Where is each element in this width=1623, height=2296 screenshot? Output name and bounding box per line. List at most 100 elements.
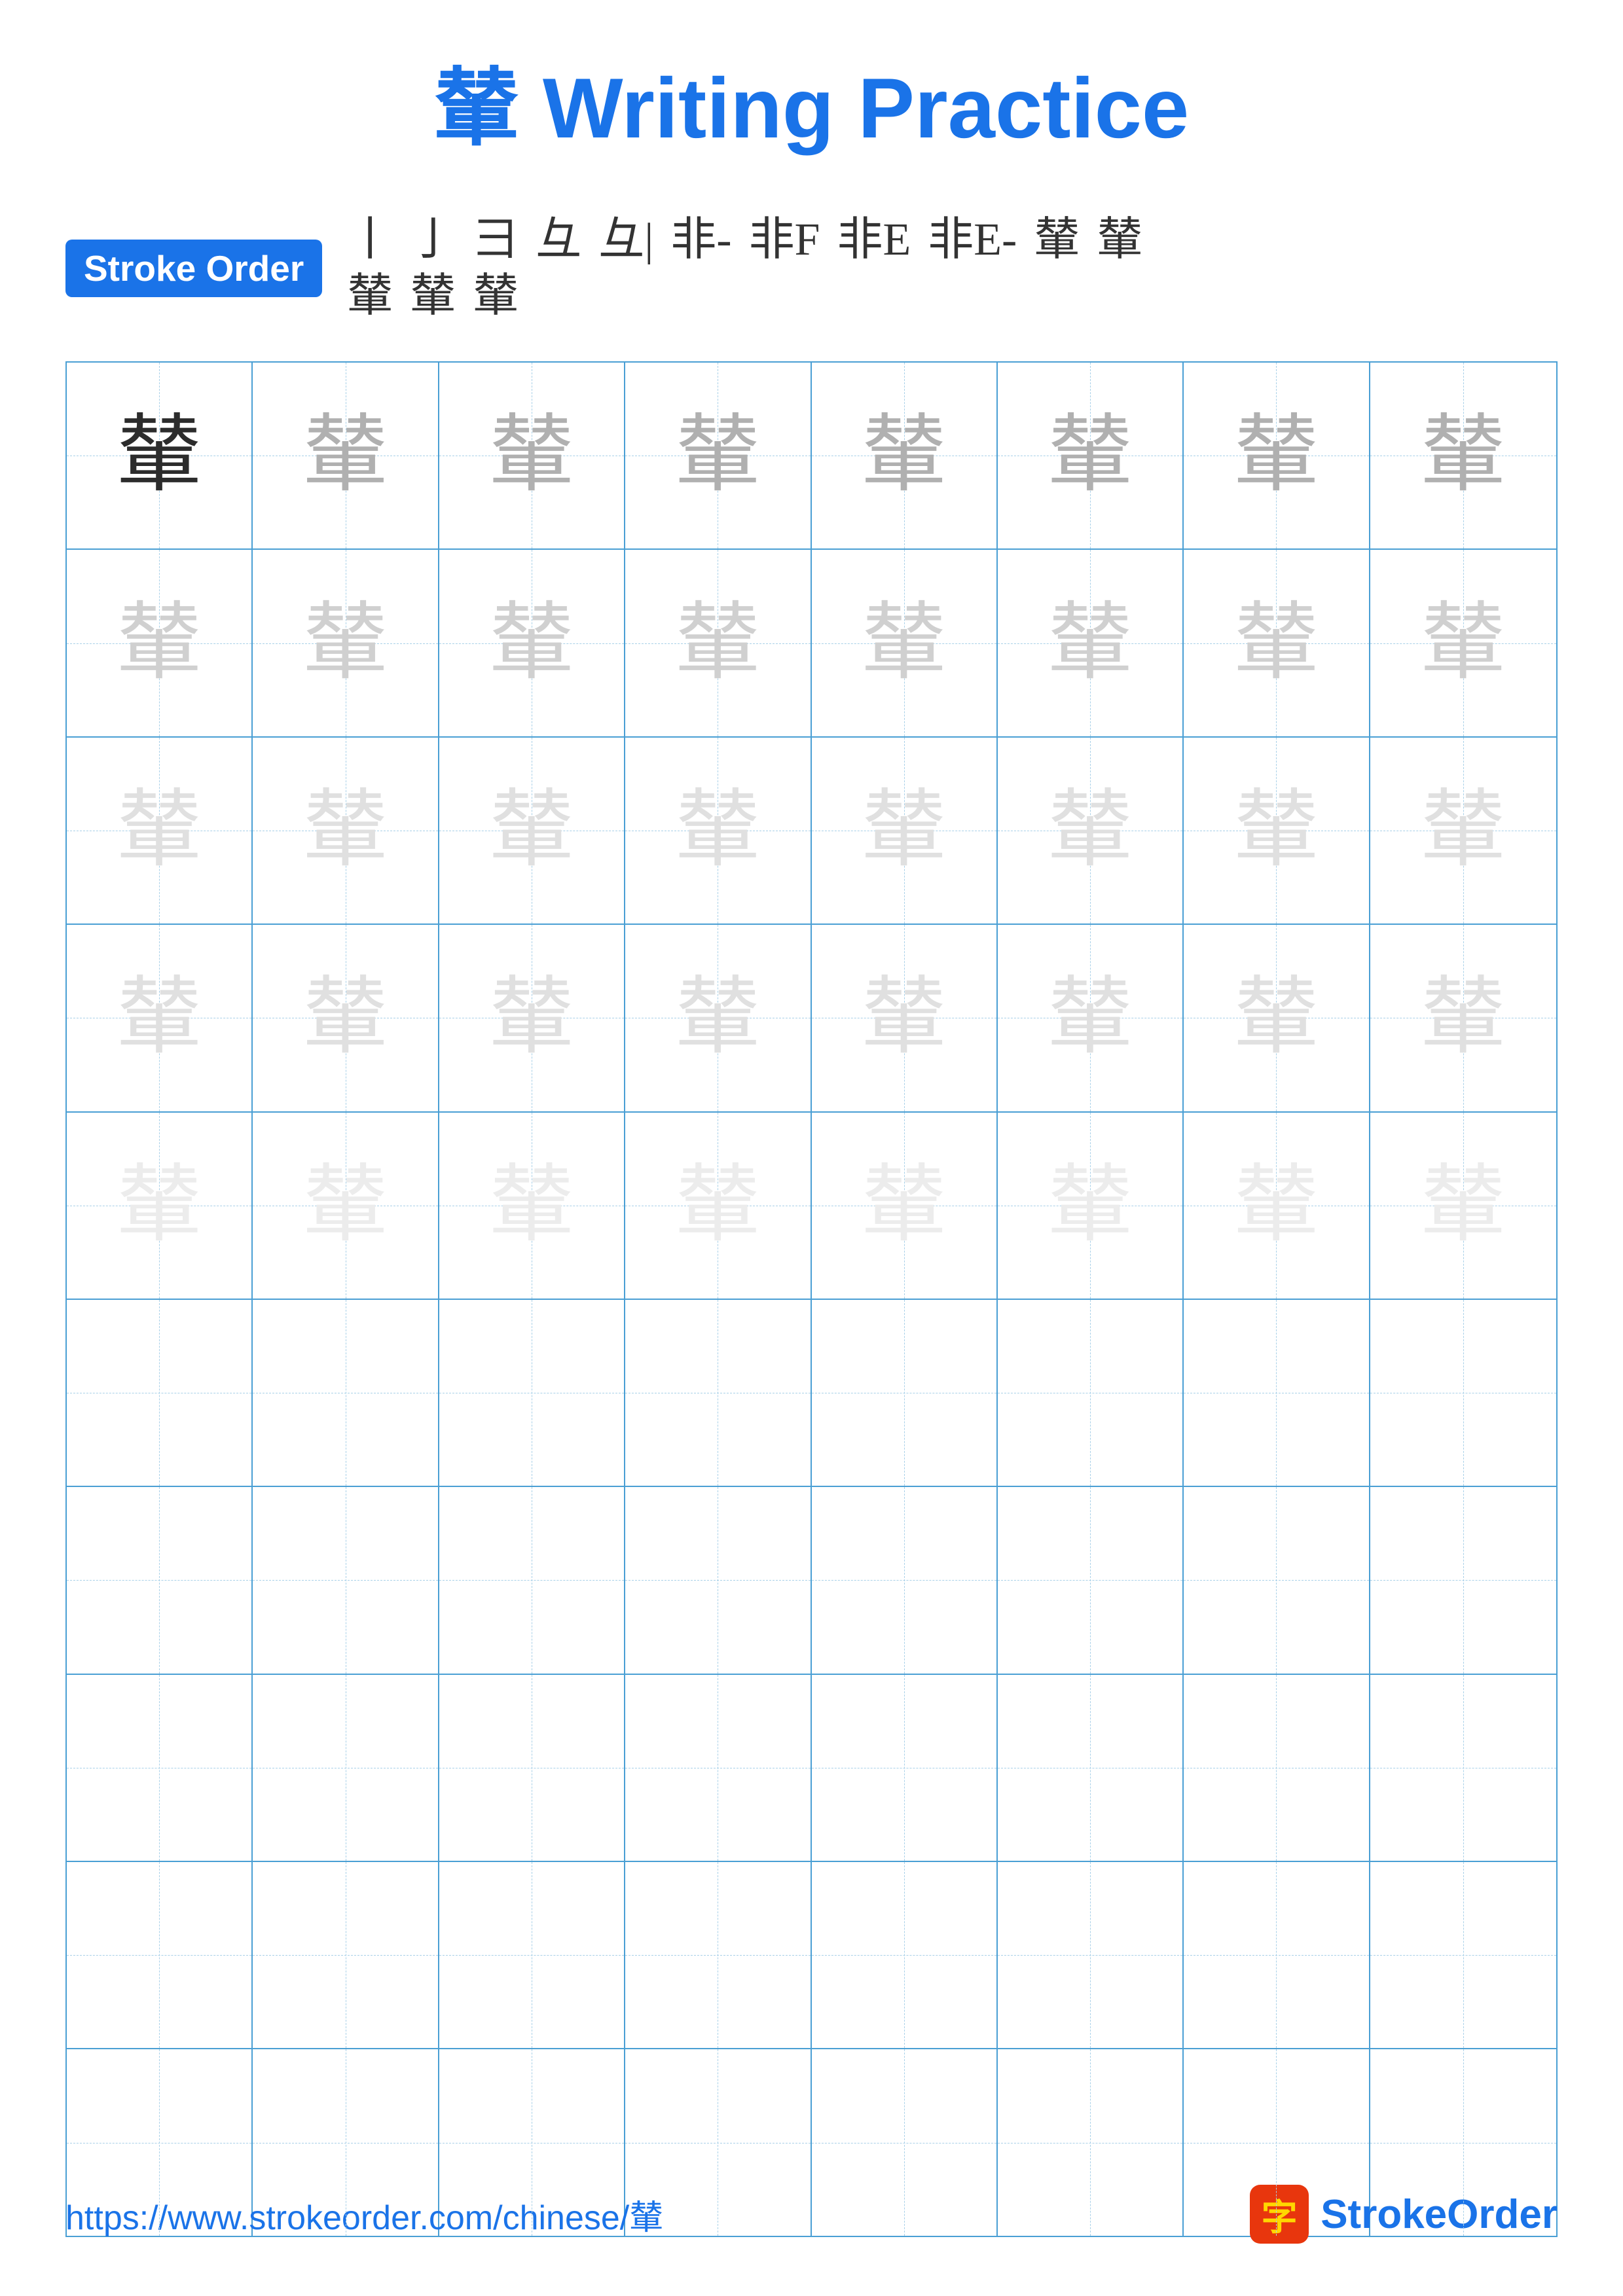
practice-char: 輦 (1421, 1163, 1506, 1248)
practice-char: 輦 (303, 413, 388, 498)
grid-cell-empty (812, 1862, 998, 2048)
grid-cell: 輦 (1370, 550, 1556, 736)
stroke-order-badge: Stroke Order (65, 240, 322, 297)
grid-cell: 輦 (812, 363, 998, 548)
grid-cell-empty (439, 1862, 625, 2048)
brand-name: StrokeOrder (1321, 2191, 1558, 2238)
practice-char: 輦 (862, 601, 947, 686)
practice-char: 輦 (303, 975, 388, 1060)
title-char: 輦 (434, 60, 519, 156)
grid-cell: 輦 (439, 1113, 625, 1299)
practice-char: 輦 (862, 975, 947, 1060)
grid-cell-empty (67, 1862, 253, 2048)
grid-cell-empty (1184, 1487, 1370, 1673)
practice-char: 輦 (1048, 975, 1133, 1060)
practice-char: 輦 (303, 788, 388, 873)
grid-cell: 輦 (625, 550, 811, 736)
stroke-order-section: Stroke Order 丨 亅 彐 彑 彑| 非- 非F 非E 非E- 輦 輦… (65, 215, 1558, 322)
practice-char: 輦 (675, 788, 760, 873)
grid-cell-empty (998, 1300, 1184, 1486)
footer-url[interactable]: https://www.strokeorder.com/chinese/輦 (65, 2190, 663, 2239)
practice-char: 輦 (489, 788, 574, 873)
practice-char: 輦 (862, 413, 947, 498)
grid-cell: 輦 (1370, 738, 1556, 924)
grid-cell-empty (998, 1675, 1184, 1861)
grid-cell: 輦 (998, 925, 1184, 1111)
practice-char: 輦 (1233, 788, 1319, 873)
grid-cell: 輦 (253, 925, 439, 1111)
grid-cell: 輦 (439, 363, 625, 548)
footer: https://www.strokeorder.com/chinese/輦 字 … (65, 2185, 1558, 2244)
grid-cell: 輦 (1184, 925, 1370, 1111)
grid-cell-empty (812, 1487, 998, 1673)
practice-char: 輦 (303, 601, 388, 686)
grid-cell: 輦 (1370, 1113, 1556, 1299)
grid-cell: 輦 (812, 1113, 998, 1299)
practice-char: 輦 (1048, 413, 1133, 498)
grid-row-empty (67, 1487, 1556, 1674)
grid-cell-empty (812, 1300, 998, 1486)
grid-cell-empty (253, 1300, 439, 1486)
grid-cell-empty (1370, 1487, 1556, 1673)
grid-cell: 輦 (439, 925, 625, 1111)
practice-char: 輦 (489, 413, 574, 498)
practice-char: 輦 (1421, 788, 1506, 873)
practice-char: 輦 (862, 1163, 947, 1248)
grid-cell: 輦 (67, 363, 253, 548)
grid-cell-empty (439, 1487, 625, 1673)
stroke-step: 彐 (467, 215, 524, 266)
grid-cell: 輦 (625, 363, 811, 548)
stroke-step: 彑 (530, 215, 587, 266)
practice-char: 輦 (675, 1163, 760, 1248)
grid-cell-empty (1370, 1675, 1556, 1861)
practice-char: 輦 (1048, 788, 1133, 873)
stroke-step: 非F (744, 215, 826, 266)
grid-cell: 輦 (625, 1113, 811, 1299)
grid-cell-empty (67, 1675, 253, 1861)
grid-row: 輦 輦 輦 輦 輦 輦 輦 輦 (67, 550, 1556, 737)
grid-cell: 輦 (998, 1113, 1184, 1299)
grid-row: 輦 輦 輦 輦 輦 輦 輦 輦 (67, 738, 1556, 925)
grid-row: 輦 輦 輦 輦 輦 輦 輦 輦 (67, 363, 1556, 550)
practice-char: 輦 (1233, 975, 1319, 1060)
grid-cell-empty (1184, 1300, 1370, 1486)
grid-cell: 輦 (1184, 363, 1370, 548)
stroke-step: 非- (665, 215, 737, 266)
practice-char: 輦 (303, 1163, 388, 1248)
stroke-step: 輦 (342, 271, 398, 322)
grid-cell: 輦 (439, 550, 625, 736)
grid-cell: 輦 (998, 363, 1184, 548)
page-title: 輦 Writing Practice (65, 39, 1558, 162)
grid-row: 輦 輦 輦 輦 輦 輦 輦 輦 (67, 925, 1556, 1112)
grid-cell-empty (625, 1862, 811, 2048)
grid-cell-empty (625, 1675, 811, 1861)
grid-cell: 輦 (812, 925, 998, 1111)
stroke-step: 輦 (1091, 215, 1148, 266)
title-text: Writing Practice (543, 60, 1189, 156)
grid-cell: 輦 (625, 738, 811, 924)
grid-cell-empty (1370, 1300, 1556, 1486)
practice-char: 輦 (1233, 413, 1319, 498)
grid-cell: 輦 (812, 738, 998, 924)
grid-cell: 輦 (812, 550, 998, 736)
footer-brand: 字 StrokeOrder (1250, 2185, 1558, 2244)
grid-cell: 輦 (1370, 363, 1556, 548)
brand-icon: 字 (1250, 2185, 1309, 2244)
grid-cell-empty (67, 1300, 253, 1486)
grid-cell-empty (253, 1675, 439, 1861)
grid-cell: 輦 (625, 925, 811, 1111)
practice-char: 輦 (1233, 1163, 1319, 1248)
practice-char: 輦 (117, 788, 202, 873)
grid-cell-empty (625, 1487, 811, 1673)
grid-cell-empty (67, 1487, 253, 1673)
grid-cell-empty (998, 1487, 1184, 1673)
grid-cell-empty (439, 1300, 625, 1486)
grid-cell-empty (253, 1487, 439, 1673)
grid-cell: 輦 (67, 550, 253, 736)
grid-cell-empty (1370, 1862, 1556, 2048)
practice-char: 輦 (675, 413, 760, 498)
practice-char: 輦 (117, 1163, 202, 1248)
grid-cell: 輦 (253, 550, 439, 736)
grid-cell-empty (1184, 1862, 1370, 2048)
practice-char: 輦 (489, 975, 574, 1060)
